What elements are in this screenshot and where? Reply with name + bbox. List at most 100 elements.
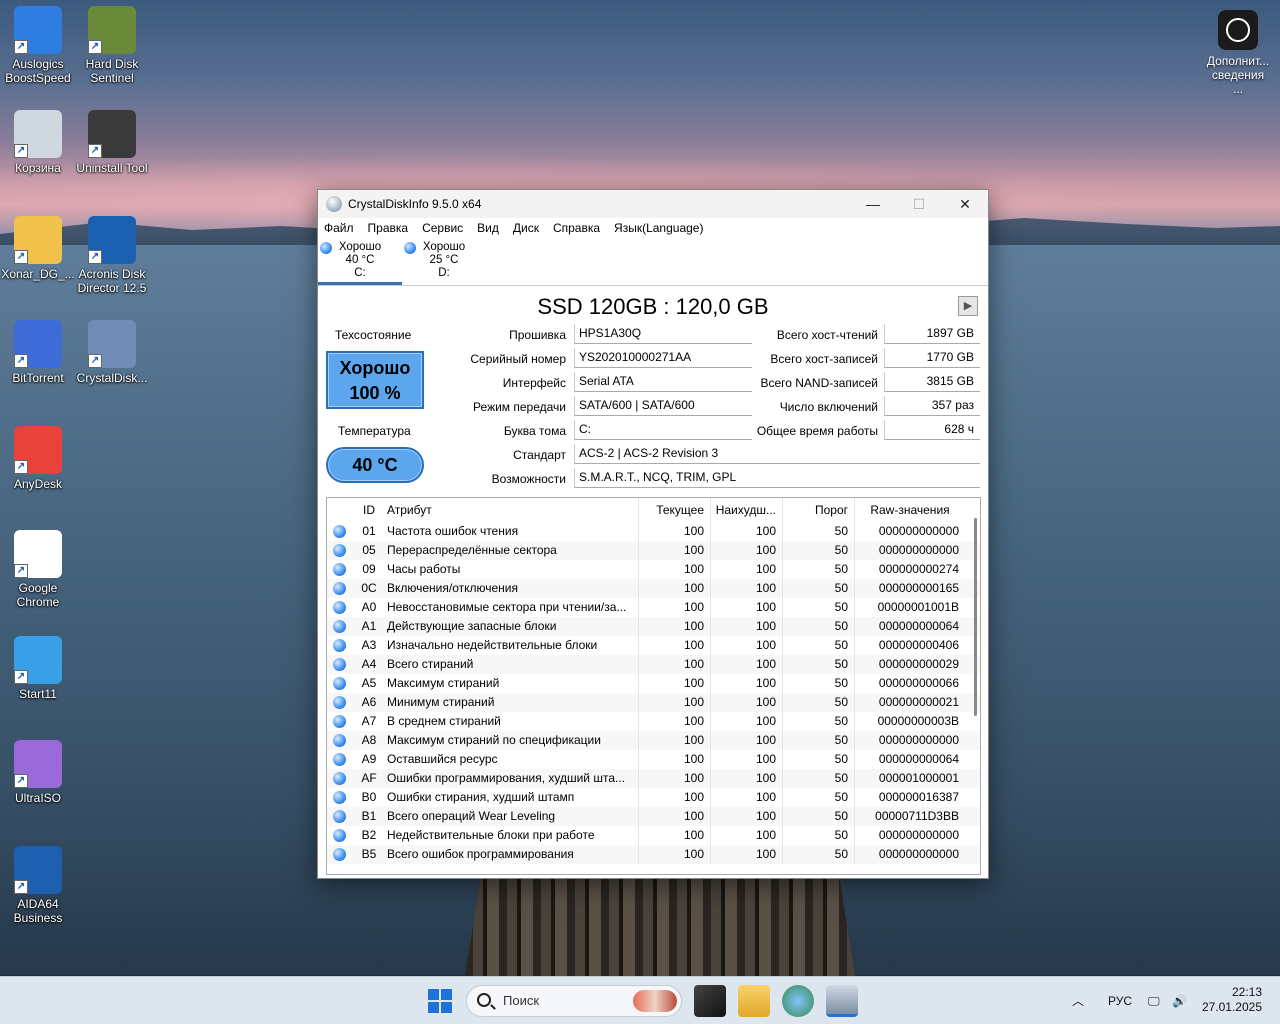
tray-overflow-icon[interactable]: ︿ xyxy=(1072,977,1084,1024)
maximize-button[interactable]: ☐ xyxy=(896,190,942,218)
desktop-icon[interactable]: ↗ Xonar_DG_... xyxy=(0,216,76,281)
table-row[interactable]: B1 Всего операций Wear Leveling 100 100 50 00… xyxy=(327,807,980,826)
menu-help[interactable]: Справка xyxy=(553,221,600,235)
start-button[interactable] xyxy=(428,989,452,1013)
header-raw[interactable]: Raw-значения xyxy=(855,498,965,522)
menu-disk[interactable]: Диск xyxy=(513,221,539,235)
row-status xyxy=(327,845,355,864)
mode-value: SATA/600 | SATA/600 xyxy=(574,396,752,416)
crystaldisk-icon: ↗ xyxy=(88,320,136,368)
desktop-icon[interactable]: ↗ CrystalDisk... xyxy=(74,320,150,385)
table-row[interactable]: A7 В среднем стираний 100 100 50 00000000003B xyxy=(327,712,980,731)
cell-worst: 100 xyxy=(711,674,783,693)
cell-id: A6 xyxy=(361,695,377,709)
volume-icon[interactable]: 🔊 xyxy=(1172,977,1187,1024)
cell-id: A3 xyxy=(361,638,377,652)
header-attribute[interactable]: Атрибут xyxy=(383,498,639,522)
cell-raw: 000000000000 xyxy=(878,828,959,842)
app-icon xyxy=(326,196,342,212)
table-row[interactable]: A4 Всего стираний 100 100 50 000000000029 xyxy=(327,655,980,674)
desktop-icon-more-info[interactable]: Дополнит... сведения ... xyxy=(1206,10,1270,96)
cell-attribute: Изначально недействительные блоки xyxy=(383,636,639,655)
table-row[interactable]: A3 Изначально недействительные блоки 100 10… xyxy=(327,636,980,655)
cell-id: A7 xyxy=(361,714,377,728)
title-bar[interactable]: CrystalDiskInfo 9.5.0 x64 — ☐ ✕ xyxy=(318,190,988,218)
table-row[interactable]: A0 Невосстановимые сектора при чтении/за.… xyxy=(327,598,980,617)
desktop-icon[interactable]: ↗ Корзина xyxy=(0,110,76,175)
search-box[interactable]: Поиск xyxy=(466,985,682,1017)
desktop-icon[interactable]: ↗ Acronis Disk Director 12.5 xyxy=(74,216,150,295)
cell-current: 100 xyxy=(639,579,711,598)
table-row[interactable]: 09 Часы работы 100 100 50 000000000274 xyxy=(327,560,980,579)
desktop-icon[interactable]: ↗ AnyDesk xyxy=(0,426,76,491)
desktop-icon-label: Uninstall Tool xyxy=(76,161,148,175)
status-good-icon xyxy=(333,810,346,823)
network-icon[interactable]: 🖵 xyxy=(1148,977,1160,1024)
crystaldiskinfo-taskbar-icon[interactable] xyxy=(826,985,858,1017)
header-id[interactable]: ID xyxy=(355,498,383,522)
table-row[interactable]: 05 Перераспределённые сектора 100 100 50 0000… xyxy=(327,541,980,560)
table-row[interactable]: 0C Включения/отключения 100 100 50 0000000001… xyxy=(327,579,980,598)
drive-letter: D: xyxy=(438,267,450,279)
clock-date: 27.01.2025 xyxy=(1201,1000,1262,1014)
clock[interactable]: 22:13 27.01.2025 xyxy=(1202,985,1262,1015)
table-row[interactable]: A6 Минимум стираний 100 100 50 000000000021 xyxy=(327,693,980,712)
desktop-icon[interactable]: ↗ Uninstall Tool xyxy=(74,110,150,175)
table-row[interactable]: A9 Оставшийся ресурс 100 100 50 000000000064 xyxy=(327,750,980,769)
cell-id: A4 xyxy=(361,657,377,671)
browser-icon[interactable] xyxy=(782,985,814,1017)
row-status xyxy=(327,693,355,712)
menu-service[interactable]: Сервис xyxy=(422,221,463,235)
cell-raw: 00000000003B xyxy=(877,714,959,728)
desktop-icon[interactable]: ↗ Start11 xyxy=(0,636,76,701)
temp-label: Температура xyxy=(338,424,411,438)
status-good-icon xyxy=(333,563,346,576)
desktop-icon[interactable]: ↗ Auslogics BoostSpeed xyxy=(0,6,76,85)
row-status xyxy=(327,636,355,655)
table-scrollbar[interactable] xyxy=(974,518,977,716)
table-row[interactable]: A8 Максимум стираний по спецификации 100 10… xyxy=(327,731,980,750)
window-title: CrystalDiskInfo 9.5.0 x64 xyxy=(348,197,482,211)
drive-tab-d[interactable]: Хорошо 25 °C D: xyxy=(402,238,486,285)
cell-current: 100 xyxy=(639,560,711,579)
close-button[interactable]: ✕ xyxy=(942,190,988,218)
table-row[interactable]: A5 Максимум стираний 100 100 50 000000000066 xyxy=(327,674,980,693)
task-view-icon[interactable] xyxy=(694,985,726,1017)
desktop-icon[interactable]: ↗ UltraISO xyxy=(0,740,76,805)
cell-current: 100 xyxy=(639,750,711,769)
cell-current: 100 xyxy=(639,788,711,807)
input-language[interactable]: РУС xyxy=(1108,977,1132,1024)
header-threshold[interactable]: Порог xyxy=(783,498,855,522)
header-current[interactable]: Текущее xyxy=(639,498,711,522)
drive-tab-c[interactable]: Хорошо 40 °C C: xyxy=(318,238,402,285)
table-row[interactable]: A1 Действующие запасные блоки 100 100 50 0000… xyxy=(327,617,980,636)
health-status-box[interactable]: Хорошо 100 % xyxy=(326,351,424,409)
menu-file[interactable]: Файл xyxy=(324,221,354,235)
menu-edit[interactable]: Правка xyxy=(368,221,409,235)
interface-value: Serial ATA xyxy=(574,372,752,392)
row-status xyxy=(327,731,355,750)
table-row[interactable]: B2 Недействительные блоки при работе 100 10… xyxy=(327,826,980,845)
menu-language[interactable]: Язык(Language) xyxy=(614,221,703,235)
menu-view[interactable]: Вид xyxy=(477,221,499,235)
minimize-button[interactable]: — xyxy=(850,190,896,218)
cell-raw: 000000016387 xyxy=(878,790,959,804)
status-good-icon xyxy=(333,601,346,614)
desktop-icon[interactable]: ↗ AIDA64 Business xyxy=(0,846,76,925)
table-row[interactable]: AF Ошибки программирования, худший шта...… xyxy=(327,769,980,788)
status-good-icon xyxy=(333,620,346,633)
table-row[interactable]: B5 Всего ошибок программирования 100 100 50 0… xyxy=(327,845,980,864)
smart-table[interactable]: ID Атрибут Текущее Наихудш... Порог Raw-… xyxy=(326,497,981,875)
temperature-box[interactable]: 40 °C xyxy=(326,447,424,483)
table-row[interactable]: B0 Ошибки стирания, худший штамп 100 100 50 0… xyxy=(327,788,980,807)
desktop-icon[interactable]: ↗ Google Chrome xyxy=(0,530,76,609)
desktop-icon[interactable]: ↗ Hard Disk Sentinel xyxy=(74,6,150,85)
cell-id: B2 xyxy=(361,828,377,842)
table-row[interactable]: 01 Частота ошибок чтения 100 100 50 000000000… xyxy=(327,522,980,541)
header-worst[interactable]: Наихудш... xyxy=(711,498,783,522)
desktop-icon[interactable]: ↗ BitTorrent xyxy=(0,320,76,385)
file-explorer-icon[interactable] xyxy=(738,985,770,1017)
cell-worst: 100 xyxy=(711,845,783,864)
next-disk-button[interactable]: ▶ xyxy=(958,296,978,316)
row-status xyxy=(327,541,355,560)
